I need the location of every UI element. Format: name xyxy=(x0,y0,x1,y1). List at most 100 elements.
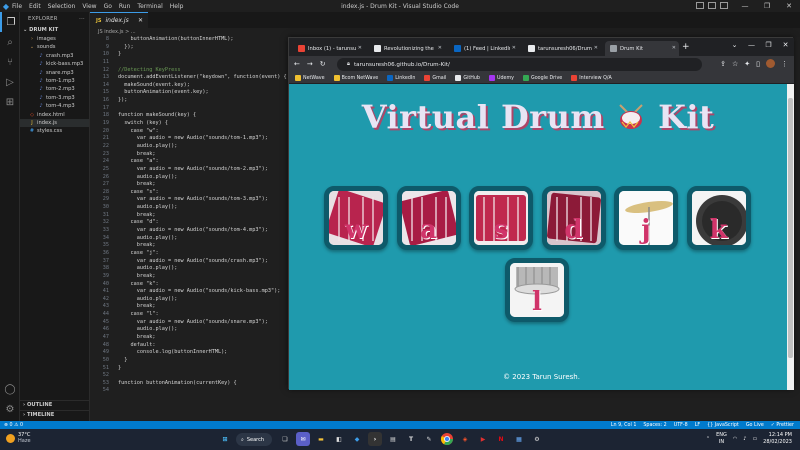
browser-menu-icon[interactable]: ⋮ xyxy=(781,60,788,68)
outline-section[interactable]: › OUTLINE xyxy=(20,400,90,410)
drum-key-s[interactable]: s xyxy=(469,186,533,250)
profile-avatar[interactable] xyxy=(766,59,775,68)
file-tree-item[interactable]: ♪ kick-bass.mp3 xyxy=(20,60,89,68)
bookmark-item[interactable]: Bcom NetWave xyxy=(333,75,378,81)
back-icon[interactable]: ← xyxy=(294,60,300,68)
taskbar-search[interactable]: ⌕ Search xyxy=(236,433,272,446)
drum-key-w[interactable]: w xyxy=(324,186,388,250)
bookmark-item[interactable]: NetWave xyxy=(295,75,325,81)
status-item[interactable]: Spaces: 2 xyxy=(643,423,666,428)
browser-tab[interactable]: (1) Feed | LinkedIn ✕ xyxy=(449,41,519,56)
clock[interactable]: 12:14 PM 28/02/2023 xyxy=(763,432,792,446)
file-tree-item[interactable]: # styles.css xyxy=(20,127,89,135)
windows-start-icon[interactable]: ⊞ xyxy=(218,432,232,446)
file-tree-item[interactable]: ⌄ sounds xyxy=(20,43,89,51)
file-tree-item[interactable]: ♪ tom-3.mp3 xyxy=(20,94,89,102)
customize-layout-icon[interactable] xyxy=(720,2,728,9)
close-tab-icon[interactable]: ✕ xyxy=(594,45,598,51)
minimize-icon[interactable]: — xyxy=(734,0,756,12)
vscode-taskbar-icon[interactable]: ◆ xyxy=(350,432,364,446)
file-tree-item[interactable]: ♪ tom-2.mp3 xyxy=(20,85,89,93)
menu-item-terminal[interactable]: Terminal xyxy=(137,3,162,10)
run-debug-icon[interactable]: ▷ xyxy=(0,72,20,92)
file-tree-item[interactable]: ♪ tom-1.mp3 xyxy=(20,77,89,85)
browser-tab[interactable]: Inbox (1) - tarunsuresh✕ xyxy=(293,41,365,56)
bookmark-item[interactable]: Google Drive xyxy=(523,75,562,81)
toggle-sidebar-icon[interactable] xyxy=(696,2,704,9)
file-tree-item[interactable]: ♪ tom-4.mp3 xyxy=(20,102,89,110)
tools-icon[interactable]: ✎ xyxy=(422,432,436,446)
browser-close-icon[interactable]: ✕ xyxy=(777,38,794,52)
status-problems[interactable]: ⊗ 0 ⚠ 0 xyxy=(4,423,23,428)
maximize-icon[interactable]: ❐ xyxy=(756,0,778,12)
bookmark-item[interactable]: LinkedIn xyxy=(387,75,415,81)
bookmark-star-icon[interactable]: ☆ xyxy=(732,60,738,68)
tab-search-icon[interactable]: ⌄ xyxy=(726,38,743,52)
file-explorer-icon[interactable]: ▬ xyxy=(314,432,328,446)
address-bar[interactable]: 🔒︎ tarunsuresh06.github.io/Drum-Kit/ xyxy=(337,58,702,71)
forward-icon[interactable]: → xyxy=(307,60,313,68)
extensions-icon[interactable]: ⊞ xyxy=(0,92,20,112)
status-item[interactable]: ✓ Prettier xyxy=(771,423,794,428)
volume-icon[interactable]: ♪ xyxy=(743,436,746,442)
share-icon[interactable]: ⇪ xyxy=(720,60,726,68)
menu-item-run[interactable]: Run xyxy=(119,3,131,10)
media-icon[interactable]: ▶ xyxy=(476,432,490,446)
bookmark-item[interactable]: Interview Q/A xyxy=(571,75,612,81)
browser-tab[interactable]: Revolutionizing the Ir ✕ xyxy=(369,41,445,56)
battery-icon[interactable]: ▭ xyxy=(752,436,757,442)
status-item[interactable]: LF xyxy=(695,423,700,428)
photos-icon[interactable]: ▦ xyxy=(512,432,526,446)
browser-minimize-icon[interactable]: — xyxy=(743,38,760,52)
notepad-icon[interactable]: ▤ xyxy=(386,432,400,446)
file-tree-item[interactable]: ◇ index.html xyxy=(20,111,89,119)
file-tree-item[interactable]: ♪ snare.mp3 xyxy=(20,69,89,77)
toggle-panel-icon[interactable] xyxy=(708,2,716,9)
browser-maximize-icon[interactable]: ❐ xyxy=(760,38,777,52)
timeline-section[interactable]: › TIMELINE xyxy=(20,410,90,420)
gear-icon[interactable]: ⚙ xyxy=(0,399,20,419)
settings-taskbar-icon[interactable]: ⚙ xyxy=(530,432,544,446)
drum-key-j[interactable]: j xyxy=(614,186,678,250)
bookmark-item[interactable]: Udemy xyxy=(488,75,514,81)
account-icon[interactable]: ◯ xyxy=(0,379,20,399)
fonts-icon[interactable]: T xyxy=(404,432,418,446)
close-tab-icon[interactable]: ✕ xyxy=(438,45,442,51)
source-control-icon[interactable]: ⑂ xyxy=(0,52,20,72)
more-actions-icon[interactable]: ··· xyxy=(79,12,85,26)
store-icon[interactable]: ◧ xyxy=(332,432,346,446)
tray-overflow-icon[interactable]: ⌃ xyxy=(706,436,710,442)
task-view-icon[interactable]: ❏ xyxy=(278,432,292,446)
close-tab-icon[interactable]: ✕ xyxy=(672,45,676,51)
browser-tab[interactable]: tarunsuresh06/Drum-k ✕ xyxy=(523,41,601,56)
menu-item-file[interactable]: File xyxy=(12,3,22,10)
drum-key-l[interactable]: l xyxy=(505,258,569,322)
scrollbar-thumb[interactable] xyxy=(788,98,793,358)
chat-icon[interactable]: ✉ xyxy=(296,432,310,446)
status-item[interactable]: Ln 9, Col 1 xyxy=(611,423,637,428)
browser-tab[interactable]: Drum Kit ✕ xyxy=(605,41,679,56)
status-item[interactable]: Go Live xyxy=(746,423,764,428)
bookmark-item[interactable]: GitHub xyxy=(455,75,480,81)
menu-item-view[interactable]: View xyxy=(82,3,96,10)
language-indicator[interactable]: ENG IN xyxy=(716,432,727,446)
close-icon[interactable]: ✕ xyxy=(778,0,800,12)
reload-icon[interactable]: ↻ xyxy=(320,60,326,68)
drum-key-d[interactable]: d xyxy=(541,186,606,250)
close-tab-icon[interactable]: ✕ xyxy=(138,17,143,24)
netflix-icon[interactable]: N xyxy=(494,432,508,446)
menu-item-help[interactable]: Help xyxy=(170,3,184,10)
menu-item-selection[interactable]: Selection xyxy=(48,3,76,10)
search-icon[interactable]: ⌕ xyxy=(0,32,20,52)
close-tab-icon[interactable]: ✕ xyxy=(358,45,362,51)
file-tree-item[interactable]: ♪ crash.mp3 xyxy=(20,52,89,60)
menu-item-go[interactable]: Go xyxy=(104,3,112,10)
explorer-icon[interactable]: ❐ xyxy=(0,12,20,32)
tab-index-js[interactable]: JS index.js ✕ xyxy=(90,12,148,28)
weather-widget[interactable]: 37°C Haze xyxy=(6,432,31,444)
sidebar-icon[interactable]: ▯ xyxy=(756,60,760,68)
status-item[interactable]: {} JavaScript xyxy=(707,423,739,428)
new-tab-button[interactable]: + xyxy=(682,42,690,52)
brave-icon[interactable]: ◈ xyxy=(458,432,472,446)
menu-item-edit[interactable]: Edit xyxy=(29,3,41,10)
